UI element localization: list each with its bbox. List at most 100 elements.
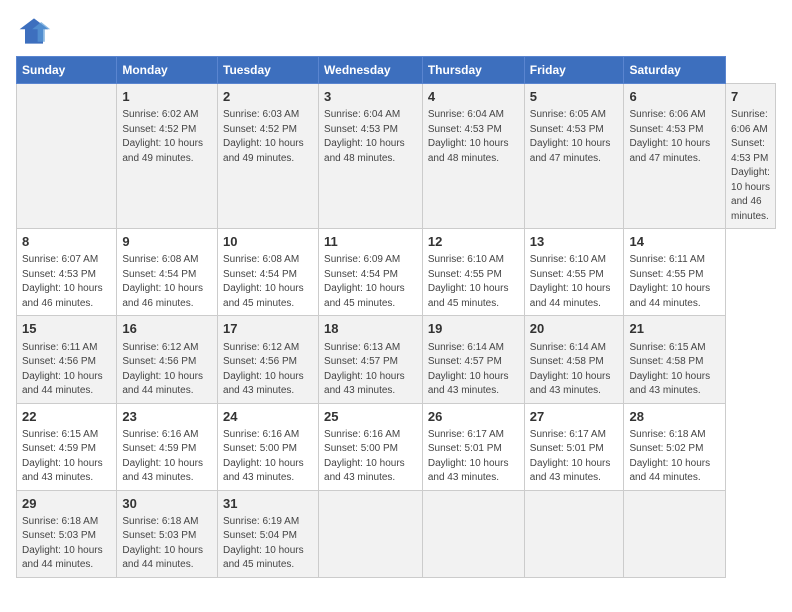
day-info: Sunrise: 6:02 AMSunset: 4:52 PMDaylight:… <box>122 108 212 166</box>
day-number: 1 <box>122 88 212 106</box>
calendar-cell: 25 Sunrise: 6:16 AMSunset: 5:00 PMDayligh… <box>319 403 423 490</box>
day-number: 31 <box>223 495 313 513</box>
day-number: 15 <box>22 320 111 338</box>
calendar-cell: 21 Sunrise: 6:15 AMSunset: 4:58 PMDayligh… <box>624 316 726 403</box>
calendar-cell: 30 Sunrise: 6:18 AMSunset: 5:03 PMDayligh… <box>117 490 218 577</box>
calendar-cell: 18 Sunrise: 6:13 AMSunset: 4:57 PMDayligh… <box>319 316 423 403</box>
calendar-cell: 3 Sunrise: 6:04 AMSunset: 4:53 PMDaylight… <box>319 84 423 229</box>
day-info: Sunrise: 6:03 AMSunset: 4:52 PMDaylight:… <box>223 108 313 166</box>
day-info: Sunrise: 6:07 AMSunset: 4:53 PMDaylight:… <box>22 253 111 311</box>
day-info: Sunrise: 6:17 AMSunset: 5:01 PMDaylight:… <box>530 428 619 486</box>
day-info: Sunrise: 6:16 AMSunset: 5:00 PMDaylight:… <box>324 428 417 486</box>
day-info: Sunrise: 6:12 AMSunset: 4:56 PMDaylight:… <box>223 341 313 399</box>
day-info: Sunrise: 6:05 AMSunset: 4:53 PMDaylight:… <box>530 108 619 166</box>
day-number: 3 <box>324 88 417 106</box>
day-info: Sunrise: 6:13 AMSunset: 4:57 PMDaylight:… <box>324 341 417 399</box>
day-number: 7 <box>731 88 770 106</box>
calendar-cell: 2 Sunrise: 6:03 AMSunset: 4:52 PMDaylight… <box>218 84 319 229</box>
day-number: 6 <box>629 88 720 106</box>
day-number: 28 <box>629 408 720 426</box>
day-number: 20 <box>530 320 619 338</box>
day-info: Sunrise: 6:11 AMSunset: 4:55 PMDaylight:… <box>629 253 720 311</box>
day-info: Sunrise: 6:08 AMSunset: 4:54 PMDaylight:… <box>122 253 212 311</box>
calendar-cell: 8 Sunrise: 6:07 AMSunset: 4:53 PMDaylight… <box>17 229 117 316</box>
calendar-cell: 26Sunrise: 6:17 AMSunset: 5:01 PMDayligh… <box>422 403 524 490</box>
day-info: Sunrise: 6:04 AMSunset: 4:53 PMDaylight:… <box>428 108 519 166</box>
day-number: 30 <box>122 495 212 513</box>
day-info: Sunrise: 6:12 AMSunset: 4:56 PMDaylight:… <box>122 341 212 399</box>
day-number: 5 <box>530 88 619 106</box>
calendar-cell: 22 Sunrise: 6:15 AMSunset: 4:59 PMDayligh… <box>17 403 117 490</box>
day-info: Sunrise: 6:15 AMSunset: 4:58 PMDaylight:… <box>629 341 720 399</box>
calendar-cell: 29Sunrise: 6:18 AMSunset: 5:03 PMDayligh… <box>17 490 117 577</box>
day-info: Sunrise: 6:10 AMSunset: 4:55 PMDaylight:… <box>428 253 519 311</box>
day-number: 18 <box>324 320 417 338</box>
header <box>16 16 776 46</box>
calendar-week-row: 22 Sunrise: 6:15 AMSunset: 4:59 PMDayligh… <box>17 403 776 490</box>
calendar-cell: 23Sunrise: 6:16 AMSunset: 4:59 PMDayligh… <box>117 403 218 490</box>
day-header-sunday: Sunday <box>17 57 117 84</box>
day-number: 11 <box>324 233 417 251</box>
calendar-cell: 28 Sunrise: 6:18 AMSunset: 5:02 PMDayligh… <box>624 403 726 490</box>
day-info: Sunrise: 6:08 AMSunset: 4:54 PMDaylight:… <box>223 253 313 311</box>
day-number: 13 <box>530 233 619 251</box>
calendar-cell: 24 Sunrise: 6:16 AMSunset: 5:00 PMDayligh… <box>218 403 319 490</box>
day-number: 16 <box>122 320 212 338</box>
day-number: 17 <box>223 320 313 338</box>
calendar-cell: 10 Sunrise: 6:08 AMSunset: 4:54 PMDayligh… <box>218 229 319 316</box>
day-info: Sunrise: 6:14 AMSunset: 4:58 PMDaylight:… <box>530 341 619 399</box>
day-number: 27 <box>530 408 619 426</box>
day-info: Sunrise: 6:19 AMSunset: 5:04 PMDaylight:… <box>223 515 313 573</box>
day-number: 10 <box>223 233 313 251</box>
day-info: Sunrise: 6:15 AMSunset: 4:59 PMDaylight:… <box>22 428 111 486</box>
day-number: 24 <box>223 408 313 426</box>
calendar-cell: 5 Sunrise: 6:05 AMSunset: 4:53 PMDaylight… <box>524 84 624 229</box>
calendar-cell <box>624 490 726 577</box>
calendar-header-row: SundayMondayTuesdayWednesdayThursdayFrid… <box>17 57 776 84</box>
day-info: Sunrise: 6:11 AMSunset: 4:56 PMDaylight:… <box>22 341 111 399</box>
calendar-cell: 16 Sunrise: 6:12 AMSunset: 4:56 PMDayligh… <box>117 316 218 403</box>
day-header-wednesday: Wednesday <box>319 57 423 84</box>
day-info: Sunrise: 6:04 AMSunset: 4:53 PMDaylight:… <box>324 108 417 166</box>
calendar-body: 1 Sunrise: 6:02 AMSunset: 4:52 PMDaylight… <box>17 84 776 578</box>
day-number: 12 <box>428 233 519 251</box>
calendar-week-row: 29 Sunrise: 6:18 AMSunset: 5:03 PMDayligh… <box>17 490 776 577</box>
day-info: Sunrise: 6:18 AMSunset: 5:02 PMDaylight:… <box>629 428 720 486</box>
calendar-cell: 20 Sunrise: 6:14 AMSunset: 4:58 PMDayligh… <box>524 316 624 403</box>
calendar-cell: 1 Sunrise: 6:02 AMSunset: 4:52 PMDaylight… <box>117 84 218 229</box>
calendar-cell: 6 Sunrise: 6:06 AMSunset: 4:53 PMDaylight… <box>624 84 726 229</box>
calendar-week-row: 8 Sunrise: 6:07 AMSunset: 4:53 PMDaylight… <box>17 229 776 316</box>
calendar-week-row: 15 Sunrise: 6:11 AMSunset: 4:56 PMDayligh… <box>17 316 776 403</box>
day-info: Sunrise: 6:16 AMSunset: 4:59 PMDaylight:… <box>122 428 212 486</box>
calendar-cell: 27 Sunrise: 6:17 AMSunset: 5:01 PMDayligh… <box>524 403 624 490</box>
day-info: Sunrise: 6:16 AMSunset: 5:00 PMDaylight:… <box>223 428 313 486</box>
calendar-cell <box>17 84 117 229</box>
day-number: 14 <box>629 233 720 251</box>
day-number: 22 <box>22 408 111 426</box>
day-info: Sunrise: 6:06 AMSunset: 4:53 PMDaylight:… <box>629 108 720 166</box>
calendar-cell: 19Sunrise: 6:14 AMSunset: 4:57 PMDayligh… <box>422 316 524 403</box>
calendar-cell: 14 Sunrise: 6:11 AMSunset: 4:55 PMDayligh… <box>624 229 726 316</box>
day-info: Sunrise: 6:17 AMSunset: 5:01 PMDaylight:… <box>428 428 519 486</box>
calendar-cell: 11Sunrise: 6:09 AMSunset: 4:54 PMDayligh… <box>319 229 423 316</box>
day-number: 2 <box>223 88 313 106</box>
calendar-cell: 12 Sunrise: 6:10 AMSunset: 4:55 PMDayligh… <box>422 229 524 316</box>
calendar-cell: 31 Sunrise: 6:19 AMSunset: 5:04 PMDayligh… <box>218 490 319 577</box>
logo-icon <box>16 16 52 46</box>
calendar-cell: 7 Sunrise: 6:06 AMSunset: 4:53 PMDaylight… <box>726 84 776 229</box>
day-number: 29 <box>22 495 111 513</box>
calendar-cell <box>422 490 524 577</box>
calendar-cell: 13Sunrise: 6:10 AMSunset: 4:55 PMDayligh… <box>524 229 624 316</box>
day-number: 25 <box>324 408 417 426</box>
day-number: 8 <box>22 233 111 251</box>
logo <box>16 16 56 46</box>
day-number: 21 <box>629 320 720 338</box>
day-info: Sunrise: 6:14 AMSunset: 4:57 PMDaylight:… <box>428 341 519 399</box>
calendar-week-row: 1 Sunrise: 6:02 AMSunset: 4:52 PMDaylight… <box>17 84 776 229</box>
day-info: Sunrise: 6:18 AMSunset: 5:03 PMDaylight:… <box>122 515 212 573</box>
day-number: 9 <box>122 233 212 251</box>
day-info: Sunrise: 6:06 AMSunset: 4:53 PMDaylight:… <box>731 108 770 224</box>
calendar-cell <box>524 490 624 577</box>
calendar-table: SundayMondayTuesdayWednesdayThursdayFrid… <box>16 56 776 578</box>
day-header-monday: Monday <box>117 57 218 84</box>
